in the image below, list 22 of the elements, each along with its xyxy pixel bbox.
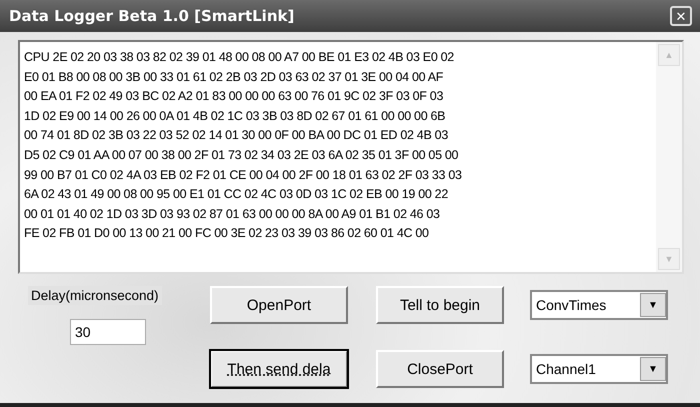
push-button[interactable]: Then send dela [210,350,348,388]
dropdown[interactable]: ConvTimes ▼ [530,290,668,320]
log-line: 1D 02 E9 00 14 00 26 00 0A 01 4B 02 1C 03 3B 03 8D 02 67 01 61 00 00 00 6B [24,108,446,125]
log-line: 00 01 01 40 02 1D 03 3D 03 93 02 87 01 63 00 00 00 8A 00 A9 01 B1 02 46 03 [24,206,440,223]
push-button[interactable]: ClosePort [376,350,504,388]
log-line: CPU 2E 02 20 03 38 03 82 02 39 01 48 00 08 00 A7 00 BE 01 E3 02 4B 03 E0 02 [24,49,454,66]
log-line: 00 74 01 8D 02 3B 03 22 03 52 02 14 01 30 00 0F 00 BA 00 DC 01 ED 02 4B 03 [24,127,448,144]
window-title: Data Logger Beta 1.0 [SmartLink] [9,7,294,25]
push-button[interactable]: Tell to begin [376,286,504,324]
dropdown-value: ConvTimes [536,297,606,313]
log-line: E0 01 B8 00 08 00 3B 00 33 01 61 02 2B 03 2D 03 63 02 37 01 3E 00 04 00 AF [24,68,444,86]
push-button[interactable]: OpenPort [210,286,348,324]
dropdown-value: Channel1 [536,361,596,377]
log-line: 6A 02 43 01 49 00 08 00 95 00 E1 01 CC 02 4C 03 0D 03 1C 02 EB 00 19 00 22 [24,186,448,204]
dropdown[interactable]: Channel1 ▼ [530,354,668,384]
log-line: FE 02 FB 01 D0 00 13 00 21 00 FC 00 3E 02 23 03 39 03 86 02 60 01 4C 00 [24,225,429,242]
delay-label: Delay(micronsecond) [28,286,162,305]
delay-field[interactable]: 30 [70,319,146,345]
log-line: D5 02 C9 01 AA 00 07 00 38 00 2F 01 73 02 34 03 2E 03 6A 02 35 01 3F 00 05 00 [24,146,458,164]
close-button[interactable]: ✕ [670,6,692,26]
log-line: 99 00 B7 01 C0 02 4A 03 EB 02 F2 01 CE 00 04 00 2F 00 18 01 63 02 2F 03 33 03 [24,166,462,184]
log-line: 00 EA 01 F2 02 49 03 BC 02 A2 01 83 00 00 00 63 00 76 01 9C 02 3F 03 0F 03 [24,88,444,106]
